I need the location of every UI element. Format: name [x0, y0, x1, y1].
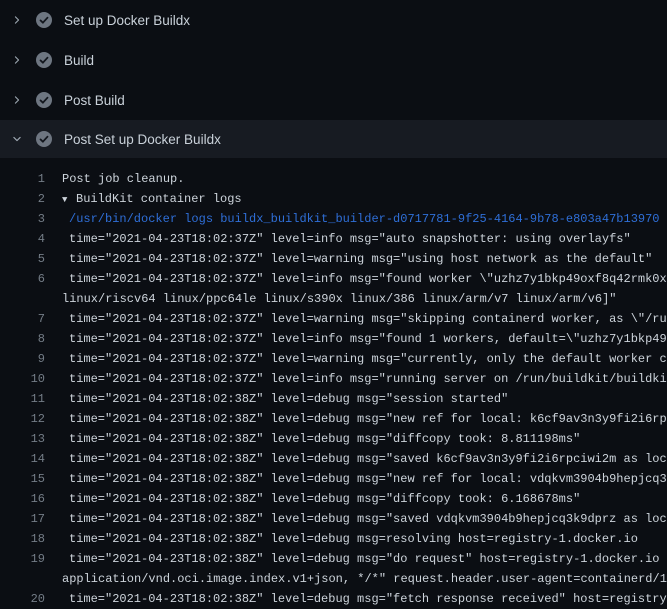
- log-line-wrap-text: application/vnd.oci.image.index.v1+json,…: [45, 569, 667, 589]
- log-line-text: time="2021-04-23T18:02:37Z" level=info m…: [45, 229, 667, 249]
- log-line: 14 time="2021-04-23T18:02:38Z" level=deb…: [0, 449, 667, 469]
- log-line-number[interactable]: 15: [0, 469, 45, 489]
- chevron-right-icon: [12, 55, 22, 65]
- log-line-text: time="2021-04-23T18:02:37Z" level=info m…: [45, 329, 667, 349]
- log-line-text: time="2021-04-23T18:02:38Z" level=debug …: [45, 509, 667, 529]
- log-line-number[interactable]: 17: [0, 509, 45, 529]
- log-line-text: time="2021-04-23T18:02:38Z" level=debug …: [45, 529, 667, 549]
- log-line-text: time="2021-04-23T18:02:38Z" level=debug …: [45, 469, 667, 489]
- log-line: 2 ▼BuildKit container logs: [0, 189, 667, 209]
- chevron-right-icon: [12, 15, 22, 25]
- log-group-title: BuildKit container logs: [76, 192, 242, 206]
- log-line: linux/riscv64 linux/ppc64le linux/s390x …: [0, 289, 667, 309]
- step-label: Post Set up Docker Buildx: [64, 132, 221, 147]
- log-line-number[interactable]: 2: [0, 189, 45, 209]
- log-line: 20 time="2021-04-23T18:02:38Z" level=deb…: [0, 589, 667, 609]
- log-line-number: [0, 289, 45, 309]
- log-line-text: time="2021-04-23T18:02:38Z" level=debug …: [45, 449, 667, 469]
- log-line-number[interactable]: 10: [0, 369, 45, 389]
- step-label: Set up Docker Buildx: [64, 13, 190, 28]
- step-row-post-set-up-docker-buildx[interactable]: Post Set up Docker Buildx: [0, 120, 667, 158]
- chevron-right-icon: [12, 95, 22, 105]
- log-line: 19 time="2021-04-23T18:02:38Z" level=deb…: [0, 549, 667, 569]
- log-line-text: time="2021-04-23T18:02:37Z" level=warnin…: [45, 349, 667, 369]
- check-circle-icon: [36, 12, 52, 28]
- log-line-text: time="2021-04-23T18:02:37Z" level=info m…: [45, 369, 667, 389]
- step-row-post-build[interactable]: Post Build: [0, 80, 667, 120]
- check-circle-icon: [36, 52, 52, 68]
- log-line: 12 time="2021-04-23T18:02:38Z" level=deb…: [0, 409, 667, 429]
- log-line-number[interactable]: 18: [0, 529, 45, 549]
- log-group-toggle[interactable]: ▼BuildKit container logs: [45, 189, 667, 209]
- step-label: Build: [64, 53, 94, 68]
- log-line: 10 time="2021-04-23T18:02:37Z" level=inf…: [0, 369, 667, 389]
- log-line-text: time="2021-04-23T18:02:37Z" level=info m…: [45, 269, 667, 289]
- log-line-number[interactable]: 8: [0, 329, 45, 349]
- log-line-number[interactable]: 1: [0, 169, 45, 189]
- log-line-wrap-text: linux/riscv64 linux/ppc64le linux/s390x …: [45, 289, 667, 309]
- actions-log-viewer: Set up Docker Buildx Build Post Build Po…: [0, 0, 667, 609]
- log-line: 17 time="2021-04-23T18:02:38Z" level=deb…: [0, 509, 667, 529]
- log-line: 13 time="2021-04-23T18:02:38Z" level=deb…: [0, 429, 667, 449]
- log-line-number[interactable]: 11: [0, 389, 45, 409]
- log-line-text: time="2021-04-23T18:02:38Z" level=debug …: [45, 409, 667, 429]
- log-line: 9 time="2021-04-23T18:02:37Z" level=warn…: [0, 349, 667, 369]
- log-line-number[interactable]: 4: [0, 229, 45, 249]
- step-row-set-up-docker-buildx[interactable]: Set up Docker Buildx: [0, 0, 667, 40]
- step-list: Set up Docker Buildx Build Post Build Po…: [0, 0, 667, 158]
- log-line-number[interactable]: 6: [0, 269, 45, 289]
- check-circle-icon: [36, 92, 52, 108]
- log-area: 1 Post job cleanup. 2 ▼BuildKit containe…: [0, 158, 667, 609]
- log-line-number[interactable]: 12: [0, 409, 45, 429]
- step-row-build[interactable]: Build: [0, 40, 667, 80]
- log-line-text: /usr/bin/docker logs buildx_buildkit_bui…: [45, 209, 667, 229]
- group-expanded-triangle-icon: ▼: [62, 190, 76, 209]
- log-line: application/vnd.oci.image.index.v1+json,…: [0, 569, 667, 589]
- log-line: 8 time="2021-04-23T18:02:37Z" level=info…: [0, 329, 667, 349]
- log-line-number[interactable]: 20: [0, 589, 45, 609]
- log-line: 5 time="2021-04-23T18:02:37Z" level=warn…: [0, 249, 667, 269]
- log-line-number[interactable]: 19: [0, 549, 45, 569]
- log-line: 4 time="2021-04-23T18:02:37Z" level=info…: [0, 229, 667, 249]
- log-line-number[interactable]: 13: [0, 429, 45, 449]
- log-line-number[interactable]: 5: [0, 249, 45, 269]
- log-line-number[interactable]: 9: [0, 349, 45, 369]
- log-line-text: time="2021-04-23T18:02:38Z" level=debug …: [45, 589, 667, 609]
- log-line: 7 time="2021-04-23T18:02:37Z" level=warn…: [0, 309, 667, 329]
- log-line-text: time="2021-04-23T18:02:37Z" level=warnin…: [45, 309, 667, 329]
- check-circle-icon: [36, 131, 52, 147]
- log-line: 6 time="2021-04-23T18:02:37Z" level=info…: [0, 269, 667, 289]
- log-line: 15 time="2021-04-23T18:02:38Z" level=deb…: [0, 469, 667, 489]
- log-line: 18 time="2021-04-23T18:02:38Z" level=deb…: [0, 529, 667, 549]
- log-line-number: [0, 569, 45, 589]
- log-line-number[interactable]: 3: [0, 209, 45, 229]
- log-line-text: time="2021-04-23T18:02:38Z" level=debug …: [45, 489, 667, 509]
- chevron-down-icon: [12, 134, 22, 144]
- step-label: Post Build: [64, 93, 125, 108]
- log-line-text: time="2021-04-23T18:02:38Z" level=debug …: [45, 429, 667, 449]
- log-line-number[interactable]: 14: [0, 449, 45, 469]
- log-line-text: Post job cleanup.: [45, 169, 667, 189]
- log-line-text: time="2021-04-23T18:02:37Z" level=warnin…: [45, 249, 667, 269]
- log-line: 16 time="2021-04-23T18:02:38Z" level=deb…: [0, 489, 667, 509]
- log-line: 1 Post job cleanup.: [0, 169, 667, 189]
- log-line-number[interactable]: 16: [0, 489, 45, 509]
- log-line-number[interactable]: 7: [0, 309, 45, 329]
- log-line: 3 /usr/bin/docker logs buildx_buildkit_b…: [0, 209, 667, 229]
- log-line-text: time="2021-04-23T18:02:38Z" level=debug …: [45, 549, 667, 569]
- log-line-text: time="2021-04-23T18:02:38Z" level=debug …: [45, 389, 667, 409]
- log-line: 11 time="2021-04-23T18:02:38Z" level=deb…: [0, 389, 667, 409]
